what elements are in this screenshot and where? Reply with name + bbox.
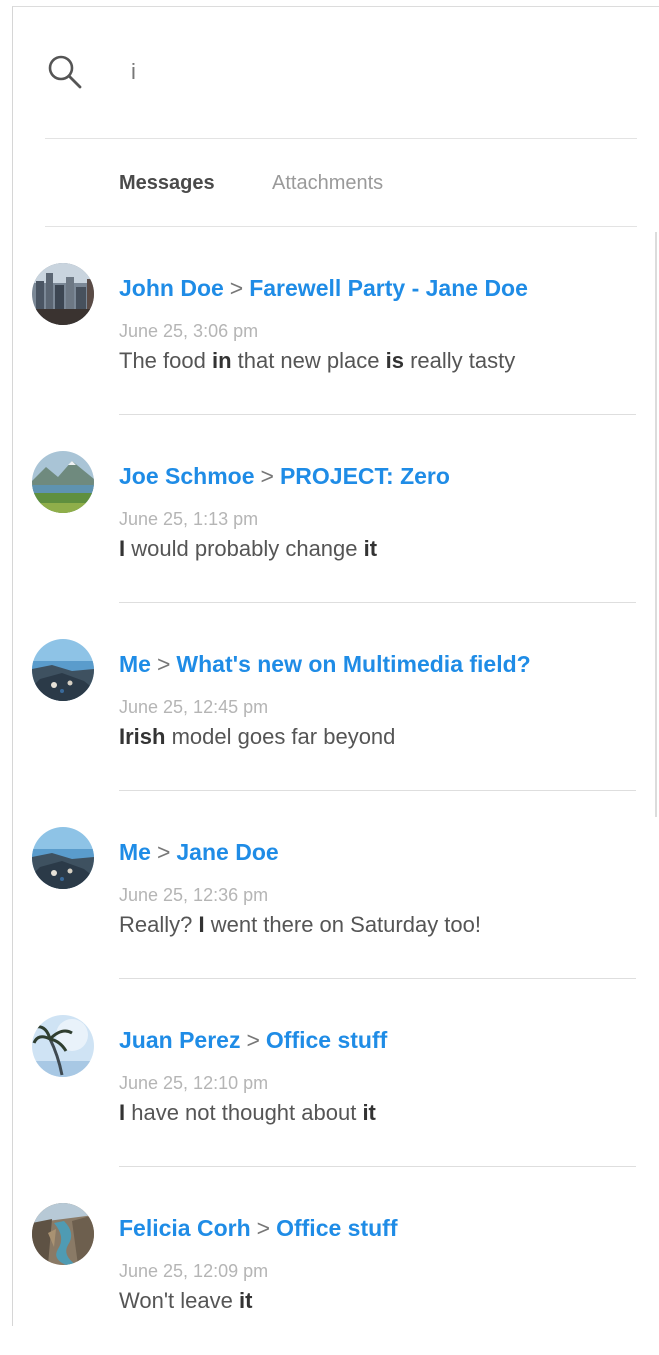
message-result[interactable]: Me > What's new on Multimedia field? June … bbox=[0, 603, 659, 791]
conversation-name: Farewell Party - Jane Doe bbox=[249, 275, 528, 301]
message-title: Joe Schmoe > PROJECT: Zero bbox=[119, 463, 450, 490]
mountain-lake-avatar bbox=[32, 451, 94, 513]
arrow-separator: > bbox=[246, 1027, 260, 1053]
message-title: John Doe > Farewell Party - Jane Doe bbox=[119, 275, 528, 302]
sender-name: John Doe bbox=[119, 275, 224, 301]
coast-avatar bbox=[32, 827, 94, 889]
message-snippet: Won't leave it bbox=[119, 1288, 252, 1314]
message-snippet: I have not thought about it bbox=[119, 1100, 376, 1126]
city-avatar bbox=[32, 263, 94, 325]
palm-tree-avatar bbox=[32, 1015, 94, 1077]
arrow-separator: > bbox=[156, 651, 171, 677]
message-title: Me > What's new on Multimedia field? bbox=[119, 651, 531, 678]
highlighted-term: it bbox=[238, 1288, 253, 1313]
snippet-text: have not thought about bbox=[125, 1100, 363, 1125]
snippet-text: really tasty bbox=[403, 348, 516, 373]
message-snippet: Really? I went there on Saturday too! bbox=[119, 912, 481, 938]
message-date: June 25, 12:45 pm bbox=[119, 697, 269, 717]
search-input[interactable] bbox=[131, 57, 571, 87]
coast-avatar bbox=[32, 639, 94, 701]
highlighted-term: is bbox=[385, 348, 404, 373]
message-date: June 25, 12:10 pm bbox=[119, 1073, 269, 1093]
conversation-name: Office stuff bbox=[265, 1027, 388, 1053]
snippet-text: that new place bbox=[231, 348, 386, 373]
tab-messages[interactable]: Messages bbox=[119, 172, 215, 195]
message-date: June 25, 12:36 pm bbox=[119, 885, 269, 905]
arrow-separator: > bbox=[260, 463, 274, 489]
message-title: Me > Jane Doe bbox=[119, 839, 279, 866]
sender-name: Joe Schmoe bbox=[119, 463, 255, 489]
conversation-name: What's new on Multimedia field? bbox=[176, 651, 531, 677]
search-icon[interactable] bbox=[45, 52, 85, 92]
message-date: June 25, 3:06 pm bbox=[119, 321, 259, 341]
message-result[interactable]: Joe Schmoe > PROJECT: Zero June 25, 1:13 p… bbox=[0, 415, 659, 603]
highlighted-term: it bbox=[362, 1100, 376, 1125]
message-date: June 25, 1:13 pm bbox=[119, 509, 259, 529]
sender-name: Me bbox=[119, 651, 151, 677]
message-result[interactable]: Felicia Corh > Office stuff June 25, 12:09… bbox=[0, 1167, 659, 1355]
message-title: Felicia Corh > Office stuff bbox=[119, 1215, 397, 1242]
snippet-text: model goes far beyond bbox=[165, 724, 396, 749]
snippet-text: Won't leave bbox=[119, 1288, 239, 1313]
sender-name: Me bbox=[119, 839, 151, 865]
highlighted-term: in bbox=[211, 348, 232, 373]
message-result[interactable]: John Doe > Farewell Party - Jane Doe June … bbox=[0, 227, 659, 415]
canyon-river-avatar bbox=[32, 1203, 94, 1265]
snippet-text: Really? bbox=[119, 912, 199, 937]
sender-name: Juan Perez bbox=[119, 1027, 241, 1053]
snippet-text: The food bbox=[119, 348, 212, 373]
snippet-text: would probably change bbox=[125, 536, 364, 561]
message-result[interactable]: Me > Jane Doe June 25, 12:36 pm Really? I … bbox=[0, 791, 659, 979]
arrow-separator: > bbox=[229, 275, 244, 301]
divider bbox=[45, 138, 637, 139]
message-snippet: Irish model goes far beyond bbox=[119, 724, 395, 750]
message-result[interactable]: Juan Perez > Office stuff June 25, 12:10 p… bbox=[0, 979, 659, 1167]
tab-attachments[interactable]: Attachments bbox=[272, 172, 383, 195]
conversation-name: PROJECT: Zero bbox=[279, 463, 450, 489]
highlighted-term: it bbox=[363, 536, 378, 561]
highlighted-term: Irish bbox=[119, 724, 166, 749]
conversation-name: Jane Doe bbox=[176, 839, 279, 865]
message-snippet: I would probably change it bbox=[119, 536, 377, 562]
sender-name: Felicia Corh bbox=[119, 1215, 251, 1241]
snippet-text: went there on Saturday too! bbox=[204, 912, 482, 937]
message-snippet: The food in that new place is really tas… bbox=[119, 348, 515, 374]
conversation-name: Office stuff bbox=[276, 1215, 398, 1241]
arrow-separator: > bbox=[156, 839, 171, 865]
arrow-separator: > bbox=[256, 1215, 271, 1241]
message-date: June 25, 12:09 pm bbox=[119, 1261, 269, 1281]
message-title: Juan Perez > Office stuff bbox=[119, 1027, 387, 1054]
